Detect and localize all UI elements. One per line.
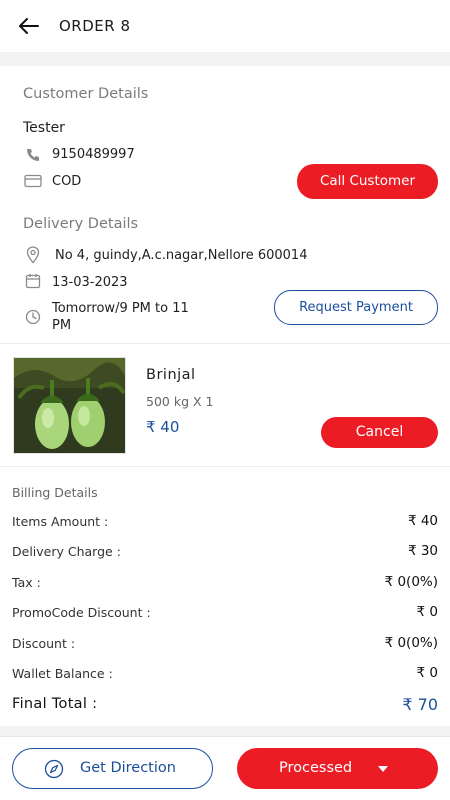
section-divider <box>0 726 450 736</box>
promocode-discount-label: PromoCode Discount : <box>12 605 151 620</box>
customer-details-heading: Customer Details <box>23 86 149 102</box>
caret-down-icon <box>378 766 388 772</box>
card-icon <box>24 174 42 188</box>
delivery-charge-label: Delivery Charge : <box>12 544 121 559</box>
items-amount-label: Items Amount : <box>12 514 109 529</box>
items-amount-value: ₹ 40 <box>407 513 438 529</box>
section-divider <box>0 52 450 66</box>
discount-label: Discount : <box>12 636 76 651</box>
status-dropdown[interactable]: Processed <box>237 748 438 789</box>
product-name: Brinjal <box>146 367 196 383</box>
promocode-discount-value: ₹ 0 <box>416 604 438 620</box>
call-customer-button[interactable]: Call Customer <box>297 164 438 199</box>
phone-icon <box>27 149 39 161</box>
final-total-label: Final Total : <box>12 696 98 712</box>
divider <box>0 343 450 344</box>
product-quantity: 500 kg X 1 <box>146 394 214 409</box>
customer-phone[interactable]: 9150489997 <box>52 147 135 162</box>
calendar-icon <box>25 274 41 289</box>
cancel-item-button[interactable]: Cancel <box>321 417 438 448</box>
wallet-balance-label: Wallet Balance : <box>12 666 113 681</box>
delivery-date: 13-03-2023 <box>52 275 128 290</box>
wallet-balance-value: ₹ 0 <box>416 665 438 681</box>
delivery-slot-line2: PM <box>52 318 72 333</box>
brinjal-image <box>14 358 125 453</box>
get-direction-label: Get Direction <box>80 760 176 776</box>
compass-icon <box>44 759 64 779</box>
delivery-details-heading: Delivery Details <box>23 216 139 232</box>
location-pin-icon <box>26 246 40 264</box>
tax-value: ₹ 0(0%) <box>384 574 438 590</box>
discount-value: ₹ 0(0%) <box>384 635 438 651</box>
billing-details-heading: Billing Details <box>12 485 98 500</box>
app-header: ORDER 8 <box>0 0 450 52</box>
final-total-value: ₹ 70 <box>402 695 438 714</box>
delivery-charge-value: ₹ 30 <box>407 543 438 559</box>
status-label: Processed <box>279 760 353 776</box>
customer-name: Tester <box>23 120 65 136</box>
delivery-slot-line1: Tomorrow/9 PM to 11 <box>52 301 189 316</box>
page-title: ORDER 8 <box>59 17 131 35</box>
payment-method: COD <box>52 174 82 189</box>
request-payment-button[interactable]: Request Payment <box>274 290 438 325</box>
divider <box>0 466 450 467</box>
product-price: ₹ 40 <box>146 418 180 436</box>
product-image <box>13 357 126 454</box>
clock-icon <box>25 309 41 325</box>
get-direction-button[interactable]: Get Direction <box>12 748 213 789</box>
tax-label: Tax : <box>12 575 41 590</box>
bottom-action-bar: Get Direction Processed <box>0 736 450 800</box>
back-arrow-icon[interactable] <box>16 13 42 39</box>
delivery-address: No 4, guindy,A.c.nagar,Nellore 600014 <box>55 248 308 263</box>
